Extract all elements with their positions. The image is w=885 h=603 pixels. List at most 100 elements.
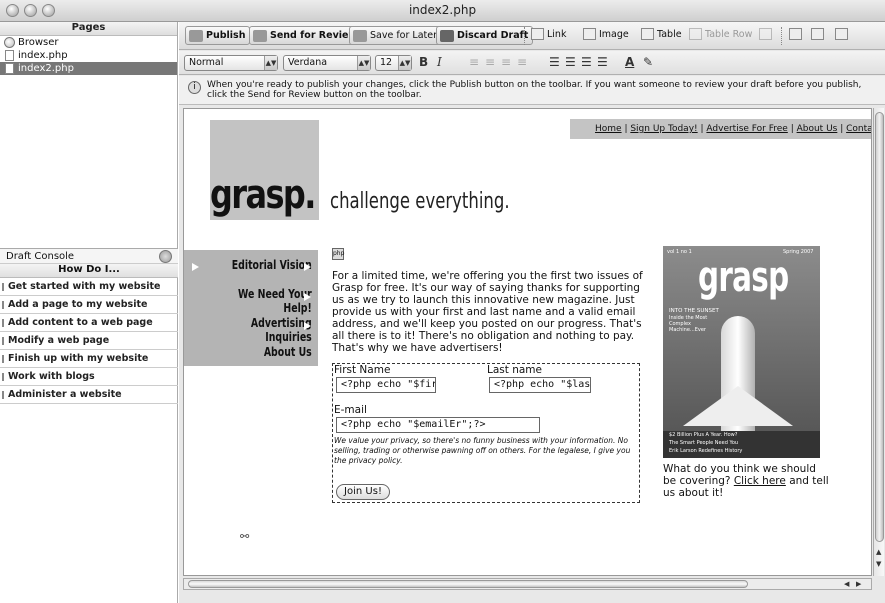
toolbar-separator xyxy=(524,27,525,45)
howdo-item[interactable]: Add a page to my website xyxy=(0,296,178,314)
howdo-item[interactable]: Modify a web page xyxy=(0,332,178,350)
text-color-button[interactable]: A xyxy=(625,55,634,69)
arrow-icon xyxy=(304,322,311,330)
help-icon[interactable] xyxy=(159,249,172,263)
table-column-button[interactable] xyxy=(759,28,775,40)
sidebar-link-help[interactable]: We Need Your Help! xyxy=(213,287,318,315)
left-pane: Pages Browser index.php index2.php Draft… xyxy=(0,22,178,603)
scroll-down-icon[interactable]: ▼ xyxy=(876,560,881,568)
discard-icon xyxy=(440,29,454,42)
font-select[interactable]: Verdana ▲▼ xyxy=(283,55,371,71)
pages-heading: Pages xyxy=(0,22,177,36)
select-arrows-icon: ▲▼ xyxy=(264,56,277,70)
spellcheck-icon xyxy=(811,28,824,40)
vertical-scroll-thumb[interactable] xyxy=(875,112,884,542)
table-row-icon xyxy=(689,28,702,40)
font-size-select[interactable]: 12 ▲▼ xyxy=(375,55,412,71)
nav-link-home[interactable]: Home xyxy=(595,124,622,134)
click-here-link[interactable]: Click here xyxy=(734,475,786,487)
preview-icon xyxy=(835,28,848,40)
last-name-label: Last name xyxy=(487,364,542,376)
howdo-item[interactable]: Finish up with my website xyxy=(0,350,178,368)
bullet-list-icon[interactable]: ☰ xyxy=(565,55,576,69)
scroll-right-icon[interactable]: ▶ xyxy=(856,580,861,588)
howdo-item[interactable]: Get started with my website xyxy=(0,278,178,296)
align-right-icon[interactable]: ≡ xyxy=(501,55,511,69)
align-center-icon[interactable]: ≡ xyxy=(485,55,495,69)
publish-icon xyxy=(189,29,203,42)
outdent-icon[interactable]: ☰ xyxy=(581,55,592,69)
magazine-line-2: The Smart People Need You xyxy=(669,440,739,446)
save-icon xyxy=(353,29,367,42)
select-arrows-icon: ▲▼ xyxy=(357,56,370,70)
sidebar-link-advertising[interactable]: Advertising Inquiries xyxy=(213,316,318,344)
magazine-cover: vol 1 no 1 Spring 2007 grasp INTO THE SU… xyxy=(663,246,820,458)
align-left-icon[interactable]: ≡ xyxy=(469,55,479,69)
table-column-icon xyxy=(759,28,772,40)
first-name-field[interactable]: <?php echo "$firstE xyxy=(336,377,436,393)
toolbar-separator xyxy=(781,27,782,45)
italic-button[interactable]: I xyxy=(437,55,442,69)
horizontal-scrollbar[interactable]: ◀ ▶ xyxy=(183,578,872,590)
info-bar: i When you're ready to publish your chan… xyxy=(179,76,885,105)
file-icon xyxy=(5,63,14,74)
page-item-index2[interactable]: index2.php xyxy=(0,62,177,75)
vertical-scrollbar[interactable]: ▲ ▼ xyxy=(873,108,884,576)
numbered-list-icon[interactable]: ☰ xyxy=(549,55,560,69)
table-button[interactable]: Table xyxy=(641,28,682,40)
arrow-icon xyxy=(304,263,311,271)
file-icon xyxy=(5,50,14,61)
discard-draft-button[interactable]: Discard Draft xyxy=(436,26,534,45)
paragraph-style-select[interactable]: Normal ▲▼ xyxy=(184,55,278,71)
howdo-item[interactable]: Work with blogs xyxy=(0,368,178,386)
nav-link-signup[interactable]: Sign Up Today! xyxy=(630,124,697,134)
image-button[interactable]: Image xyxy=(583,28,629,40)
last-name-field[interactable]: <?php echo "$lastEr xyxy=(489,377,591,393)
align-justify-icon[interactable]: ≡ xyxy=(517,55,527,69)
highlight-icon[interactable]: ✎ xyxy=(643,55,653,69)
page-item-label: index.php xyxy=(18,50,68,61)
window-titlebar: index2.php xyxy=(0,0,885,22)
arrow-icon xyxy=(304,293,311,301)
draft-console-header: Draft Console xyxy=(0,248,178,264)
signup-form: First Name Last name <?php echo "$firstE… xyxy=(332,363,640,503)
page-canvas[interactable]: Home | Sign Up Today! | Advertise For Fr… xyxy=(183,108,872,576)
sidebar-link-about[interactable]: About Us xyxy=(213,345,318,359)
draft-console-title: Draft Console xyxy=(6,250,75,262)
people-icon xyxy=(253,29,267,42)
nav-link-contact[interactable]: Conta xyxy=(846,124,871,134)
link-button[interactable]: Link xyxy=(531,28,566,40)
magazine-title: grasp xyxy=(698,252,789,301)
save-for-later-button[interactable]: Save for Later xyxy=(349,26,443,45)
join-button[interactable]: Join Us! xyxy=(336,484,390,500)
table-icon xyxy=(641,28,654,40)
indent-icon[interactable]: ☰ xyxy=(597,55,608,69)
spellcheck-button[interactable] xyxy=(811,28,827,40)
publish-button[interactable]: Publish xyxy=(185,26,251,45)
undo-button[interactable] xyxy=(789,28,805,40)
info-icon: i xyxy=(188,81,201,94)
table-row-button[interactable]: Table Row xyxy=(689,28,752,40)
scroll-up-icon[interactable]: ▲ xyxy=(876,548,881,556)
undo-icon xyxy=(789,28,802,40)
bold-button[interactable]: B xyxy=(419,55,428,69)
page-item-browser[interactable]: Browser xyxy=(0,36,177,49)
intro-paragraph: For a limited time, we're offering you t… xyxy=(332,270,643,354)
howdo-item[interactable]: Add content to a web page xyxy=(0,314,178,332)
sidebar-link-editorial[interactable]: Editorial Vision xyxy=(213,258,318,272)
nav-link-about[interactable]: About Us xyxy=(797,124,838,134)
site-nav: Home | Sign Up Today! | Advertise For Fr… xyxy=(570,119,871,139)
editor-area: Publish Send for Review Save for Later D… xyxy=(179,22,885,603)
how-do-i-heading: How Do I... xyxy=(0,264,178,278)
email-field[interactable]: <?php echo "$emailEr";?> xyxy=(336,417,540,433)
send-for-review-button[interactable]: Send for Review xyxy=(249,26,363,45)
page-item-index[interactable]: index.php xyxy=(0,49,177,62)
info-message: When you're ready to publish your change… xyxy=(207,80,862,100)
select-arrows-icon: ▲▼ xyxy=(398,56,411,70)
nav-link-advertise[interactable]: Advertise For Free xyxy=(706,124,787,134)
scroll-left-icon[interactable]: ◀ xyxy=(844,580,849,588)
howdo-item[interactable]: Administer a website xyxy=(0,386,178,404)
horizontal-scroll-thumb[interactable] xyxy=(188,580,748,588)
preview-button[interactable] xyxy=(835,28,851,40)
magazine-volume: vol 1 no 1 xyxy=(667,249,692,255)
